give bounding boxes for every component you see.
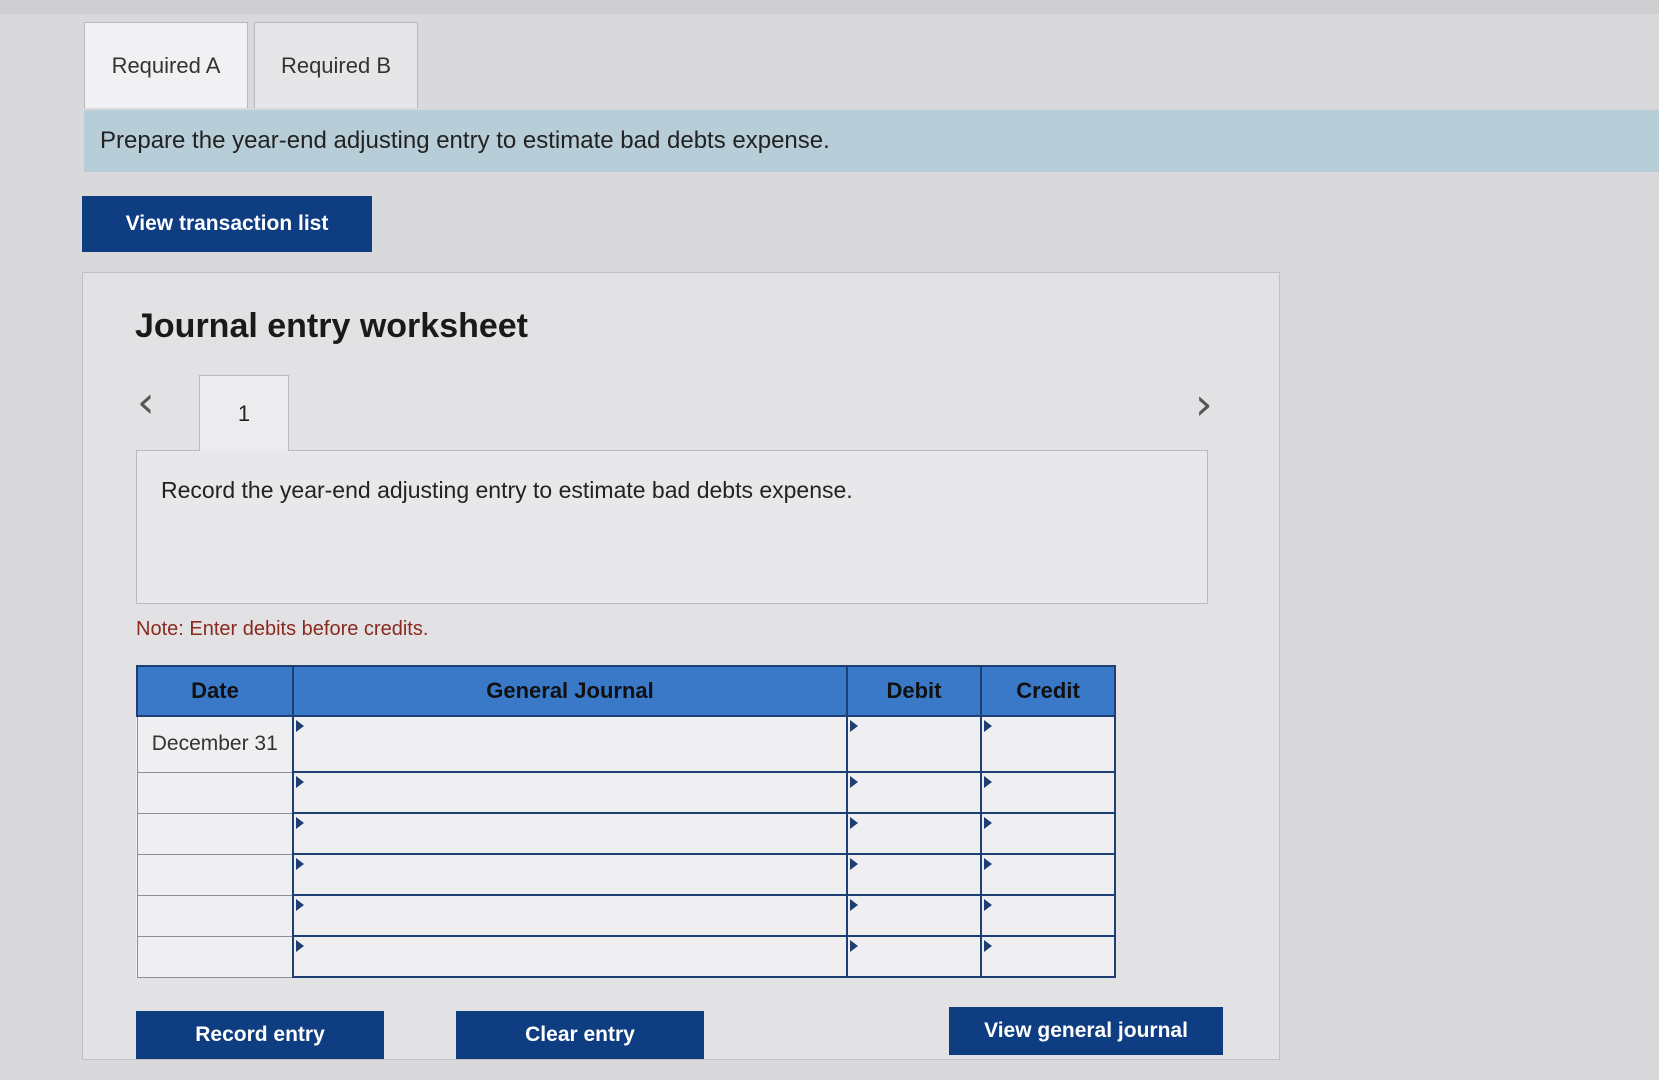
date-header: Date [136,665,294,717]
instruction-text: Prepare the year-end adjusting entry to … [100,127,830,154]
dropdown-marker-icon [984,858,992,870]
instruction-bar: Prepare the year-end adjusting entry to … [84,110,1659,172]
dropdown-marker-icon [850,720,858,732]
credit-input[interactable] [980,935,1116,978]
journal-row [136,935,1116,978]
dropdown-marker-icon [296,817,304,829]
date-cell [136,853,294,896]
journal-row: December 31 [136,715,1116,773]
debit-header: Debit [846,665,982,717]
debit-input[interactable] [846,715,982,773]
debit-input[interactable] [846,935,982,978]
tab-required-b[interactable]: Required B [254,22,418,108]
general-journal-header: General Journal [292,665,848,717]
dropdown-marker-icon [850,776,858,788]
account-input[interactable] [292,771,848,814]
dropdown-marker-icon [850,940,858,952]
chevron-right-icon[interactable]: › [1195,383,1213,427]
dropdown-marker-icon [984,720,992,732]
date-cell [136,771,294,814]
view-transaction-list-button[interactable]: View transaction list [82,196,372,252]
entry-description-box: Record the year-end adjusting entry to e… [136,450,1208,604]
date-cell [136,935,294,978]
dropdown-marker-icon [984,940,992,952]
journal-header-row: Date General Journal Debit Credit [136,665,1116,717]
account-input[interactable] [292,715,848,773]
credit-header: Credit [980,665,1116,717]
dropdown-marker-icon [296,776,304,788]
worksheet-title: Journal entry worksheet [135,307,529,345]
debits-note: Note: Enter debits before credits. [136,618,429,640]
credit-input[interactable] [980,853,1116,896]
account-input[interactable] [292,935,848,978]
dropdown-marker-icon [984,776,992,788]
journal-row [136,812,1116,855]
dropdown-marker-icon [296,940,304,952]
view-general-journal-button[interactable]: View general journal [949,1007,1223,1055]
clear-entry-button[interactable]: Clear entry [456,1011,704,1059]
debit-input[interactable] [846,812,982,855]
journal-row [136,894,1116,937]
general-journal-table: Date General Journal Debit Credit Decemb… [136,665,1116,978]
debit-input[interactable] [846,771,982,814]
record-entry-button[interactable]: Record entry [136,1011,384,1059]
credit-input[interactable] [980,771,1116,814]
step-number: 1 [237,400,251,426]
chevron-left-icon[interactable]: ‹ [137,381,155,425]
worksheet-step-tab[interactable]: 1 [199,375,289,451]
dropdown-marker-icon [850,899,858,911]
dropdown-marker-icon [850,817,858,829]
date-cell [136,812,294,855]
date-cell: December 31 [136,715,294,773]
dropdown-marker-icon [296,899,304,911]
credit-input[interactable] [980,894,1116,937]
account-input[interactable] [292,894,848,937]
journal-row [136,771,1116,814]
top-strip [0,0,1659,14]
account-input[interactable] [292,853,848,896]
tab-required-a[interactable]: Required A [84,22,248,108]
dropdown-marker-icon [296,720,304,732]
requirement-tabs: Required A Required B [84,22,418,108]
credit-input[interactable] [980,812,1116,855]
journal-row [136,853,1116,896]
dropdown-marker-icon [984,899,992,911]
debit-input[interactable] [846,894,982,937]
date-cell [136,894,294,937]
dropdown-marker-icon [850,858,858,870]
account-input[interactable] [292,812,848,855]
journal-entry-worksheet: Journal entry worksheet ‹ 1 › Record the… [82,272,1280,1060]
credit-input[interactable] [980,715,1116,773]
dropdown-marker-icon [984,817,992,829]
dropdown-marker-icon [296,858,304,870]
debit-input[interactable] [846,853,982,896]
entry-description: Record the year-end adjusting entry to e… [161,477,853,503]
